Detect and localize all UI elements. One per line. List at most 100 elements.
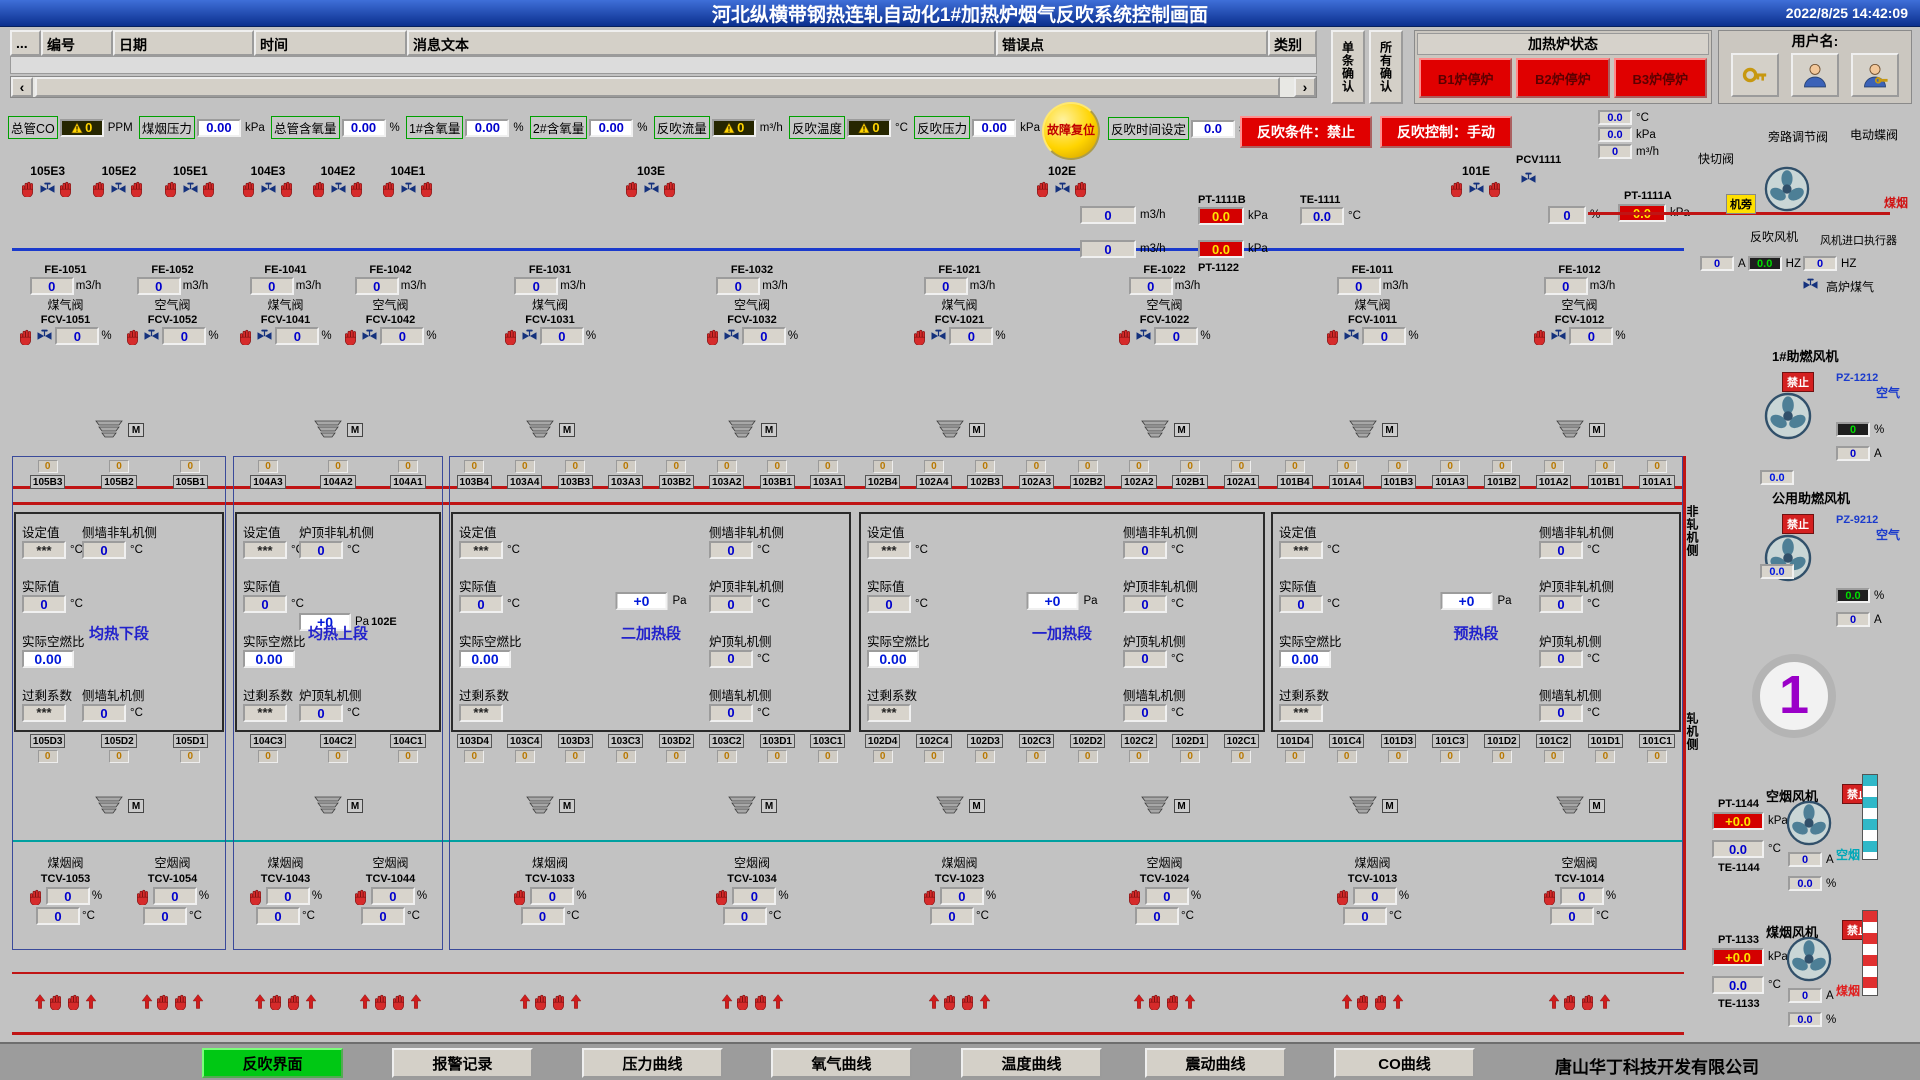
manual-valve-hand-icon[interactable]	[1336, 888, 1351, 905]
setpoint-box[interactable]: ***	[459, 541, 503, 559]
manual-valve-hand-icon[interactable]	[280, 180, 295, 197]
nav-button-2[interactable]: 压力曲线	[582, 1048, 723, 1078]
blowback-control-button[interactable]: 反吹控制：手动	[1380, 116, 1512, 148]
manual-valve-hand-icon[interactable]	[534, 993, 549, 1010]
manual-valve-hand-icon[interactable]	[249, 888, 264, 905]
blowback-condition-button[interactable]: 反吹条件：禁止	[1240, 116, 1372, 148]
blowback-time-input[interactable]: 0.0	[1191, 120, 1235, 138]
local-mode-badge[interactable]: 机旁	[1726, 194, 1756, 214]
manual-valve-hand-icon[interactable]	[156, 993, 171, 1010]
common-aux-fan-disabled-badge[interactable]: 禁止	[1782, 514, 1814, 534]
nav-button-5[interactable]: 震动曲线	[1145, 1048, 1286, 1078]
manual-valve-hand-icon[interactable]	[552, 993, 567, 1010]
manual-valve-hand-icon[interactable]	[923, 888, 938, 905]
manual-valve-hand-icon[interactable]	[242, 180, 257, 197]
furnace-stop-button-3[interactable]: B3炉停炉	[1614, 58, 1707, 98]
nav-button-0[interactable]: 反吹界面	[202, 1048, 343, 1078]
manual-valve-hand-icon[interactable]	[1128, 888, 1143, 905]
key-icon-button[interactable]	[1731, 53, 1779, 97]
nav-button-6[interactable]: CO曲线	[1334, 1048, 1475, 1078]
manual-valve-hand-icon[interactable]	[1450, 180, 1465, 197]
manual-valve-hand-icon[interactable]	[287, 993, 302, 1010]
control-valve-icon[interactable]	[36, 329, 53, 343]
manual-valve-hand-icon[interactable]	[1543, 888, 1558, 905]
ack-single-button[interactable]: 单条确认	[1331, 30, 1365, 104]
manual-valve-hand-icon[interactable]	[1488, 180, 1503, 197]
alarm-column-3[interactable]: 时间	[254, 30, 407, 56]
manual-valve-hand-icon[interactable]	[1563, 993, 1578, 1010]
manual-valve-hand-icon[interactable]	[49, 993, 64, 1010]
shutoff-valve-icon[interactable]	[260, 182, 277, 196]
manual-valve-hand-icon[interactable]	[1533, 328, 1548, 345]
manual-valve-hand-icon[interactable]	[354, 888, 369, 905]
manual-valve-hand-icon[interactable]	[706, 328, 721, 345]
manual-valve-hand-icon[interactable]	[269, 993, 284, 1010]
manual-valve-hand-icon[interactable]	[130, 180, 145, 197]
setpoint-box[interactable]: ***	[867, 704, 911, 722]
shutoff-valve-icon[interactable]	[1802, 278, 1819, 292]
alarm-scrollbar[interactable]: ‹›	[10, 76, 1317, 98]
alarm-column-4[interactable]: 消息文本	[407, 30, 996, 56]
manual-valve-hand-icon[interactable]	[715, 888, 730, 905]
shutoff-valve-icon[interactable]	[39, 182, 56, 196]
manual-valve-hand-icon[interactable]	[736, 993, 751, 1010]
manual-valve-hand-icon[interactable]	[1118, 328, 1133, 345]
furnace-stop-button-1[interactable]: B1炉停炉	[1419, 58, 1512, 98]
alarm-column-5[interactable]: 错误点	[996, 30, 1268, 56]
nav-button-3[interactable]: 氧气曲线	[771, 1048, 912, 1078]
manual-valve-hand-icon[interactable]	[136, 888, 151, 905]
manual-valve-hand-icon[interactable]	[19, 328, 34, 345]
fault-reset-button[interactable]: 故障复位	[1042, 102, 1100, 160]
manual-valve-hand-icon[interactable]	[420, 180, 435, 197]
manual-valve-hand-icon[interactable]	[1148, 993, 1163, 1010]
manual-valve-hand-icon[interactable]	[913, 328, 928, 345]
ack-all-button[interactable]: 所有确认	[1369, 30, 1403, 104]
control-valve-icon[interactable]	[143, 329, 160, 343]
nav-button-1[interactable]: 报警记录	[392, 1048, 533, 1078]
alarm-column-2[interactable]: 日期	[113, 30, 254, 56]
manual-valve-hand-icon[interactable]	[29, 888, 44, 905]
furnace-stop-button-2[interactable]: B2炉停炉	[1516, 58, 1609, 98]
manual-valve-hand-icon[interactable]	[92, 180, 107, 197]
manual-valve-hand-icon[interactable]	[202, 180, 217, 197]
manual-valve-hand-icon[interactable]	[1356, 993, 1371, 1010]
nav-button-4[interactable]: 温度曲线	[961, 1048, 1102, 1078]
setpoint-box[interactable]: ***	[243, 541, 287, 559]
manual-valve-hand-icon[interactable]	[312, 180, 327, 197]
manual-valve-hand-icon[interactable]	[350, 180, 365, 197]
control-valve-icon[interactable]	[1520, 172, 1537, 186]
manual-valve-hand-icon[interactable]	[663, 180, 678, 197]
manual-valve-hand-icon[interactable]	[1326, 328, 1341, 345]
manual-valve-hand-icon[interactable]	[174, 993, 189, 1010]
shutoff-valve-icon[interactable]	[643, 182, 660, 196]
control-valve-icon[interactable]	[256, 329, 273, 343]
shutoff-valve-icon[interactable]	[1468, 182, 1485, 196]
manual-valve-hand-icon[interactable]	[1166, 993, 1181, 1010]
manual-valve-hand-icon[interactable]	[344, 328, 359, 345]
manual-valve-hand-icon[interactable]	[504, 328, 519, 345]
setpoint-box[interactable]: ***	[243, 704, 287, 722]
manual-valve-hand-icon[interactable]	[392, 993, 407, 1010]
alarm-column-0[interactable]: ...	[10, 30, 41, 56]
alarm-column-6[interactable]: 类别	[1268, 30, 1317, 56]
login-user-icon-button[interactable]	[1851, 53, 1899, 97]
manual-valve-hand-icon[interactable]	[126, 328, 141, 345]
manual-valve-hand-icon[interactable]	[754, 993, 769, 1010]
setpoint-box[interactable]: ***	[459, 704, 503, 722]
manual-valve-hand-icon[interactable]	[382, 180, 397, 197]
control-valve-icon[interactable]	[521, 329, 538, 343]
setpoint-box[interactable]: ***	[867, 541, 911, 559]
control-valve-icon[interactable]	[930, 329, 947, 343]
setpoint-box[interactable]: ***	[1279, 704, 1323, 722]
manual-valve-hand-icon[interactable]	[1036, 180, 1051, 197]
setpoint-box[interactable]: ***	[22, 541, 66, 559]
control-valve-icon[interactable]	[1135, 329, 1152, 343]
control-valve-icon[interactable]	[361, 329, 378, 343]
manual-valve-hand-icon[interactable]	[164, 180, 179, 197]
shutoff-valve-icon[interactable]	[182, 182, 199, 196]
aux-fan-1-disabled-badge[interactable]: 禁止	[1782, 372, 1814, 392]
control-valve-icon[interactable]	[723, 329, 740, 343]
manual-valve-hand-icon[interactable]	[59, 180, 74, 197]
manual-valve-hand-icon[interactable]	[21, 180, 36, 197]
setpoint-box[interactable]: ***	[1279, 541, 1323, 559]
